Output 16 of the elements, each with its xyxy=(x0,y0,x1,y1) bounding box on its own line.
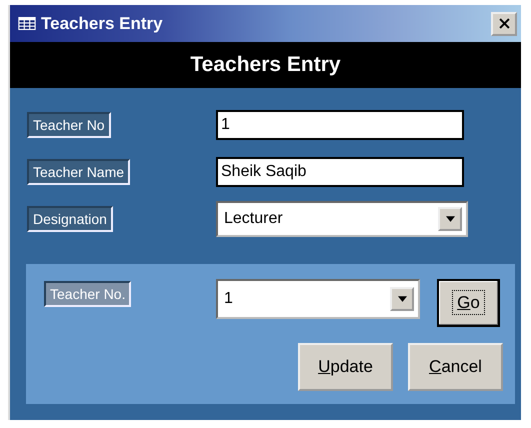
close-icon xyxy=(498,18,510,29)
text-field[interactable]: 1 xyxy=(216,110,464,140)
form-title: Teachers Entry xyxy=(190,53,341,77)
text-field[interactable]: Sheik Saqib xyxy=(216,157,464,187)
designation-dropdown[interactable]: Lecturer xyxy=(216,201,468,237)
window-title: Teachers Entry xyxy=(41,14,164,34)
go-button[interactable]: Go xyxy=(437,279,500,327)
close-button[interactable] xyxy=(491,12,517,36)
field-label: Teacher No xyxy=(27,112,111,138)
cancel-button[interactable]: Cancel xyxy=(408,343,503,391)
field-label: Designation xyxy=(27,206,113,232)
field-label: Teacher Name xyxy=(27,159,130,185)
update-button[interactable]: Update xyxy=(298,343,393,391)
table-icon xyxy=(18,17,36,30)
field-label: Teacher No. xyxy=(44,281,132,307)
teacher-no-dropdown[interactable]: 1 xyxy=(216,279,420,319)
